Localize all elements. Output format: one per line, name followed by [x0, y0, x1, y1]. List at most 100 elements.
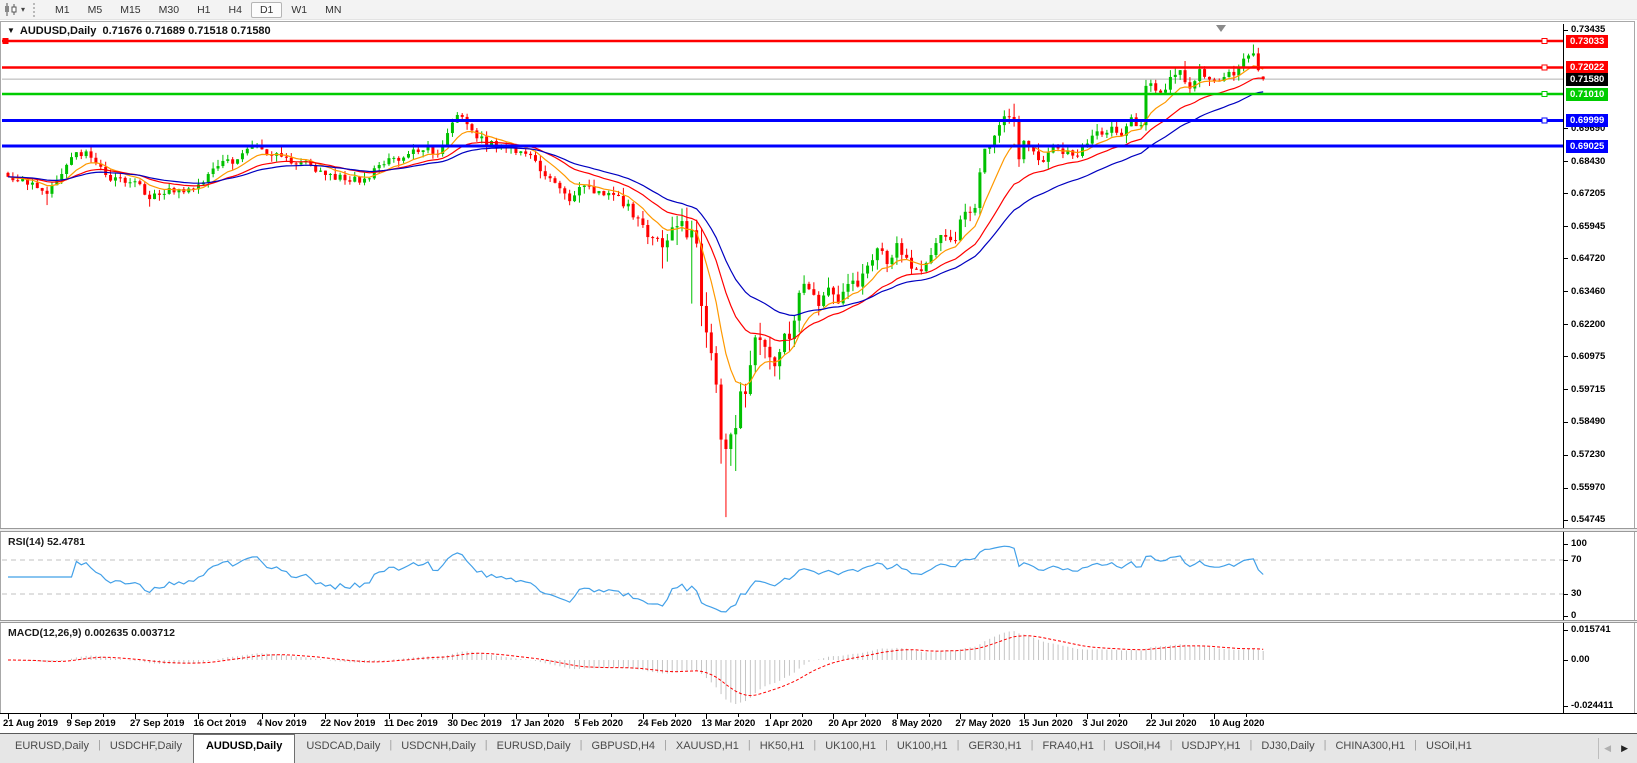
price-tick-mark — [1564, 519, 1568, 521]
hline-handle-icon[interactable] — [1541, 38, 1548, 44]
timeframe-button-M1[interactable]: M1 — [46, 2, 79, 18]
date-minor-tick — [801, 714, 803, 717]
price-chart-canvas[interactable] — [2, 24, 1563, 528]
date-label: 9 Sep 2019 — [66, 718, 116, 729]
price-level-badge: 0.71580 — [1566, 72, 1609, 86]
rsi-tick-mark — [1564, 615, 1568, 617]
mid-ma-line — [7, 77, 1264, 342]
chart-tab-AUDUSD-Daily[interactable]: AUDUSD,Daily — [192, 734, 296, 763]
rsi-tick-mark — [1564, 543, 1568, 545]
price-tick-mark — [1564, 487, 1568, 489]
timeframe-button-W1[interactable]: W1 — [282, 2, 316, 18]
chart-shift-marker-icon[interactable] — [1216, 25, 1226, 32]
date-label: 17 Jan 2020 — [510, 718, 565, 729]
price-level-badge: 0.69025 — [1566, 139, 1609, 153]
pane-splitter[interactable] — [0, 620, 1637, 623]
chart-tab-UK100-H1[interactable]: UK100,H1 — [888, 734, 957, 763]
date-label: 30 Dec 2019 — [447, 718, 502, 729]
date-minor-tick — [928, 714, 930, 717]
date-minor-tick — [293, 714, 295, 717]
date-label: 20 Apr 2020 — [828, 718, 882, 729]
macd-signal-line — [8, 635, 1264, 697]
chart-type-icon[interactable] — [2, 2, 20, 17]
timeframe-button-M30[interactable]: M30 — [150, 2, 188, 18]
chart-tab-USDCAD-Daily[interactable]: USDCAD,Daily — [297, 734, 389, 763]
chart-symbol-label: AUDUSD,Daily — [19, 25, 97, 37]
date-label: 8 May 2020 — [891, 718, 943, 729]
date-label: 22 Nov 2019 — [320, 718, 376, 729]
timeframe-button-MN[interactable]: MN — [316, 2, 350, 18]
date-minor-tick — [39, 714, 41, 717]
macd-label: MACD(12,26,9) 0.002635 0.003712 — [8, 627, 175, 639]
timeframe-toolbar: ▾ M1 M5 M15 M30 H1 H4 D1 W1 MN — [0, 0, 1637, 20]
chart-tab-USDJPY-H1[interactable]: USDJPY,H1 — [1172, 734, 1249, 763]
chart-tab-FRA40-H1[interactable]: FRA40,H1 — [1034, 734, 1103, 763]
price-tick-label: 0.57230 — [1571, 449, 1606, 461]
chart-tab-HK50-H1[interactable]: HK50,H1 — [751, 734, 814, 763]
chart-tab-DJ30-Daily[interactable]: DJ30,Daily — [1252, 734, 1323, 763]
hline-handle-icon[interactable] — [1541, 64, 1548, 71]
price-tick-label: 0.63460 — [1571, 285, 1606, 297]
rsi-tick-label: 30 — [1571, 588, 1582, 599]
price-tick-label: 0.65945 — [1571, 220, 1606, 232]
price-tick-label: 0.67205 — [1571, 187, 1606, 199]
chart-tab-XAUUSD-H1[interactable]: XAUUSD,H1 — [667, 734, 748, 763]
date-label: 21 Aug 2019 — [3, 718, 59, 729]
pane-splitter[interactable] — [0, 528, 1637, 532]
price-tick-mark — [1564, 291, 1568, 293]
tab-scroll-left-icon[interactable]: ◀ — [1599, 743, 1616, 754]
date-minor-tick — [547, 714, 549, 717]
chart-tab-EURUSD-Daily[interactable]: EURUSD,Daily — [6, 734, 98, 763]
timeframe-button-M5[interactable]: M5 — [79, 2, 112, 18]
price-tick-mark — [1564, 454, 1568, 456]
price-tick-label: 0.60975 — [1571, 350, 1606, 362]
chart-tab-USOil-H4[interactable]: USOil,H4 — [1106, 734, 1170, 763]
timeframe-button-D1[interactable]: D1 — [250, 1, 283, 18]
timeframe-button-M15[interactable]: M15 — [111, 2, 149, 18]
chart-tab-UK100-H1[interactable]: UK100,H1 — [816, 734, 885, 763]
toolbar-drag-grip[interactable] — [33, 2, 38, 17]
chart-tab-USDCHF-Daily[interactable]: USDCHF,Daily — [101, 734, 191, 763]
date-label: 22 Jul 2020 — [1145, 718, 1197, 729]
date-label: 27 Sep 2019 — [129, 718, 185, 729]
macd-tick-label: -0.024411 — [1571, 700, 1614, 711]
date-label: 16 Oct 2019 — [193, 718, 247, 729]
hline-handle-icon[interactable] — [2, 38, 9, 44]
hline-handle-icon[interactable] — [1541, 117, 1548, 124]
candlestick-glyph — [5, 3, 17, 16]
rsi-chart-canvas[interactable] — [2, 532, 1563, 620]
macd-tick-label: 0.015741 — [1571, 624, 1611, 635]
price-tick-label: 0.68430 — [1571, 155, 1606, 167]
date-minor-tick — [674, 714, 676, 717]
date-label: 13 Mar 2020 — [701, 718, 756, 729]
date-minor-tick — [230, 714, 232, 717]
price-tick-label: 0.54745 — [1571, 514, 1606, 526]
date-minor-tick — [992, 714, 994, 717]
rsi-tick-mark — [1564, 559, 1568, 561]
timeframe-button-H1[interactable]: H1 — [188, 2, 219, 18]
chart-tab-USDCNH-Daily[interactable]: USDCNH,Daily — [392, 734, 485, 763]
price-tick-mark — [1564, 324, 1568, 326]
chart-tab-GBPUSD-H4[interactable]: GBPUSD,H4 — [582, 734, 664, 763]
price-axis[interactable]: 0.73435 0.69690 0.68430 0.67205 0.65945 0.647… — [1564, 24, 1636, 528]
price-level-badge: 0.69999 — [1566, 113, 1609, 127]
price-tick-label: 0.58490 — [1571, 416, 1606, 428]
chart-dropdown-icon[interactable]: ▼ — [7, 26, 15, 35]
timeframe-button-H4[interactable]: H4 — [220, 2, 251, 18]
price-tick-mark — [1564, 29, 1568, 31]
macd-histogram-group — [12, 631, 1264, 705]
dropdown-arrow-icon[interactable]: ▾ — [21, 5, 25, 14]
price-tick-mark — [1564, 258, 1568, 260]
chart-tab-GER30-H1[interactable]: GER30,H1 — [959, 734, 1030, 763]
date-minor-tick — [1246, 714, 1248, 717]
macd-tick-mark — [1564, 629, 1568, 631]
hline-handle-icon[interactable] — [1541, 91, 1548, 98]
date-axis[interactable]: 21 Aug 2019 9 Sep 2019 27 Sep 2019 16 Oct 2… — [0, 713, 1637, 733]
chart-tab-CHINA300-H1[interactable]: CHINA300,H1 — [1326, 734, 1414, 763]
date-minor-tick — [357, 714, 359, 717]
date-label: 10 Aug 2020 — [1209, 718, 1265, 729]
macd-chart-canvas[interactable] — [2, 623, 1563, 712]
tab-scroll-right-icon[interactable]: ▶ — [1616, 743, 1633, 754]
chart-tab-EURUSD-Daily[interactable]: EURUSD,Daily — [488, 734, 580, 763]
chart-tab-USOil-H1[interactable]: USOil,H1 — [1417, 734, 1481, 763]
